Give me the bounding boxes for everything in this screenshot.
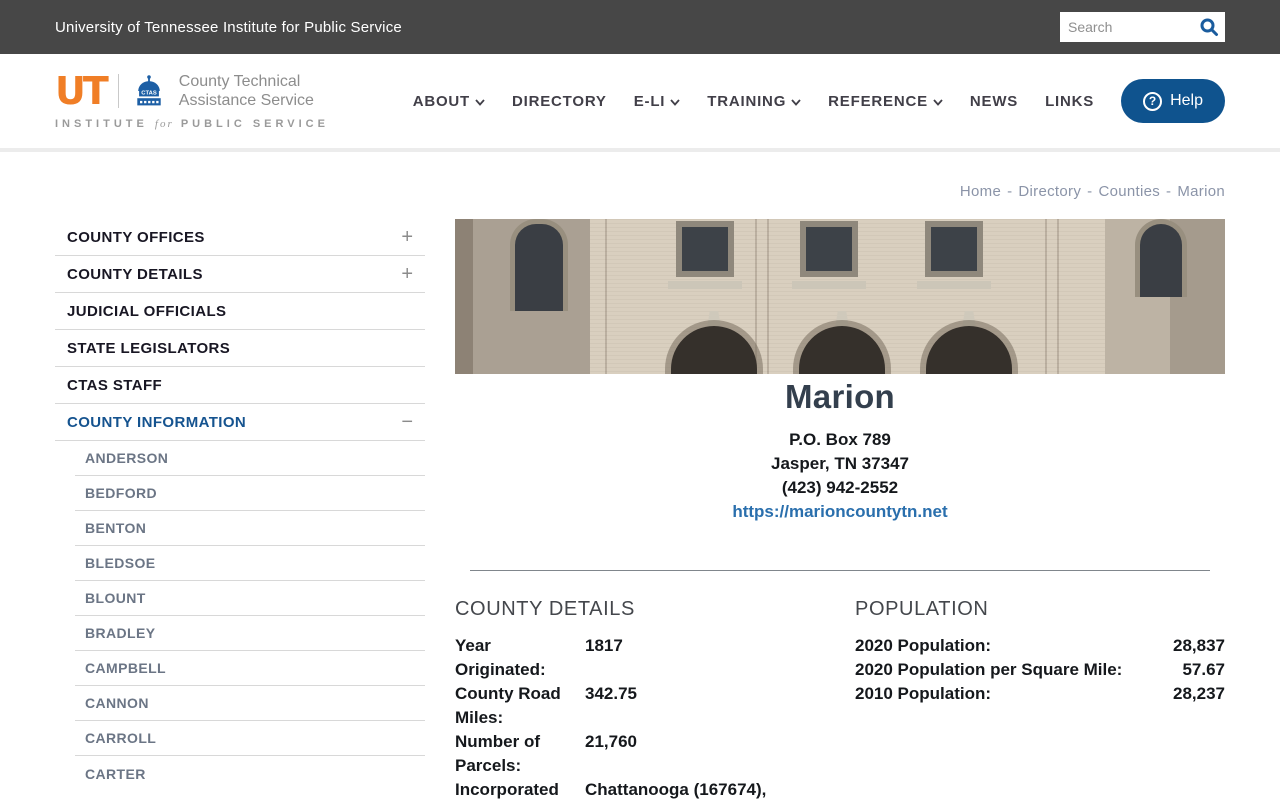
county-link-campbell[interactable]: CAMPBELL <box>75 651 425 686</box>
county-courthouse-photo <box>455 219 1225 374</box>
population-row-2020: 2020 Population: 28,837 <box>855 636 1225 655</box>
address-line1: P.O. Box 789 <box>789 430 891 449</box>
minus-icon[interactable]: − <box>401 412 413 432</box>
svg-text:CTAS: CTAS <box>141 91 157 97</box>
main-nav: ABOUT DIRECTORY E-LI TRAINING REFERENCE <box>413 79 1225 123</box>
ctas-capitol-icon: CTAS <box>131 73 167 109</box>
chevron-down-icon <box>791 98 801 106</box>
detail-row-number-of-parcels: Number of Parcels: 21,760 <box>455 732 637 775</box>
chevron-down-icon <box>670 98 680 106</box>
search-button[interactable] <box>1193 12 1225 42</box>
detail-row-year-originated: Year Originated: 1817 <box>455 636 623 679</box>
section-divider <box>470 570 1210 571</box>
county-list: ANDERSON BEDFORD BENTON BLEDSOE BLOUNT B… <box>55 441 425 791</box>
chevron-down-icon <box>933 98 943 106</box>
top-utility-bar: University of Tennessee Institute for Pu… <box>0 0 1280 54</box>
photo-entry-arch <box>799 326 885 374</box>
photo-window <box>800 221 858 277</box>
population-heading: POPULATION <box>855 598 989 620</box>
search-box <box>1060 12 1225 42</box>
nav-e-li[interactable]: E-LI <box>634 93 681 110</box>
county-details-section: COUNTY DETAILS Year Originated: 1817 Cou… <box>455 598 825 800</box>
breadcrumb-directory[interactable]: Directory <box>1018 183 1081 200</box>
main-header: UT CTAS County Technical Assistance Serv… <box>0 54 1280 152</box>
sidebar-item-judicial-officials[interactable]: JUDICIAL OFFICIALS <box>55 293 425 330</box>
photo-entry-arch <box>671 326 757 374</box>
county-address: P.O. Box 789 Jasper, TN 37347 (423) 942-… <box>455 428 1225 500</box>
nav-reference[interactable]: REFERENCE <box>828 93 943 110</box>
county-link-bedford[interactable]: BEDFORD <box>75 476 425 511</box>
breadcrumb-home[interactable]: Home <box>960 183 1001 200</box>
sidebar-item-county-offices[interactable]: COUNTY OFFICES + <box>55 219 425 256</box>
population-section: POPULATION 2020 Population: 28,837 2020 … <box>855 598 1225 800</box>
nav-directory[interactable]: DIRECTORY <box>512 93 607 110</box>
county-link-bradley[interactable]: BRADLEY <box>75 616 425 651</box>
sidebar-item-state-legislators[interactable]: STATE LEGISLATORS <box>55 330 425 367</box>
detail-row-incorporated: Incorporated Chattanooga (167674), <box>455 780 767 799</box>
county-link-carter[interactable]: CARTER <box>75 756 425 791</box>
chevron-down-icon <box>475 98 485 106</box>
ctas-logo[interactable]: UT CTAS County Technical Assistance Serv… <box>55 72 329 130</box>
search-input[interactable] <box>1060 19 1193 35</box>
nav-links[interactable]: LINKS <box>1045 93 1094 110</box>
sidebar-item-ctas-staff[interactable]: CTAS STAFF <box>55 367 425 404</box>
ut-logo: UT <box>55 69 109 113</box>
population-row-2010: 2010 Population: 28,237 <box>855 684 1225 703</box>
sidebar-item-county-information[interactable]: COUNTY INFORMATION − <box>55 404 425 441</box>
photo-arched-window <box>510 219 568 311</box>
sidebar-item-county-details[interactable]: COUNTY DETAILS + <box>55 256 425 293</box>
plus-icon[interactable]: + <box>401 264 413 284</box>
county-link-blount[interactable]: BLOUNT <box>75 581 425 616</box>
county-phone: (423) 942-2552 <box>781 478 899 497</box>
help-button[interactable]: ? Help <box>1121 79 1225 123</box>
sidebar: COUNTY OFFICES + COUNTY DETAILS + JUDICI… <box>55 219 425 791</box>
county-link-cannon[interactable]: CANNON <box>75 686 425 721</box>
photo-window <box>925 221 983 277</box>
plus-icon[interactable]: + <box>401 227 413 247</box>
site-title-link[interactable]: University of Tennessee Institute for Pu… <box>55 19 402 36</box>
photo-arched-window <box>1135 219 1187 297</box>
county-link-bledsoe[interactable]: BLEDSOE <box>75 546 425 581</box>
nav-about[interactable]: ABOUT <box>413 93 485 110</box>
county-link-benton[interactable]: BENTON <box>75 511 425 546</box>
nav-news[interactable]: NEWS <box>970 93 1018 110</box>
county-website-link[interactable]: https://marioncountytn.net <box>455 500 1225 524</box>
help-question-icon: ? <box>1143 91 1163 111</box>
detail-row-county-road-miles: County Road Miles: 342.75 <box>455 684 637 727</box>
org-name: County Technical Assistance Service <box>178 73 314 109</box>
breadcrumb-separator: - <box>1087 183 1093 200</box>
county-details-heading: COUNTY DETAILS <box>455 598 635 620</box>
county-link-carroll[interactable]: CARROLL <box>75 721 425 756</box>
breadcrumb-separator: - <box>1166 183 1172 200</box>
population-row-2020-per-sq-mile: 2020 Population per Square Mile: 57.67 <box>855 660 1225 679</box>
nav-training[interactable]: TRAINING <box>707 93 801 110</box>
breadcrumb-current: Marion <box>1177 183 1225 200</box>
breadcrumb-separator: - <box>1007 183 1013 200</box>
main-content: Marion P.O. Box 789 Jasper, TN 37347 (42… <box>455 219 1225 800</box>
photo-window <box>676 221 734 277</box>
page-title: Marion <box>785 378 895 415</box>
breadcrumb: Home - Directory - Counties - Marion <box>55 183 1225 200</box>
photo-entry-arch <box>926 326 1012 374</box>
logo-divider <box>117 74 119 108</box>
search-icon <box>1199 17 1219 37</box>
address-line2: Jasper, TN 37347 <box>771 454 909 473</box>
county-link-anderson[interactable]: ANDERSON <box>75 441 425 476</box>
institute-tagline: INSTITUTE for PUBLIC SERVICE <box>55 118 329 130</box>
breadcrumb-counties[interactable]: Counties <box>1098 183 1160 200</box>
